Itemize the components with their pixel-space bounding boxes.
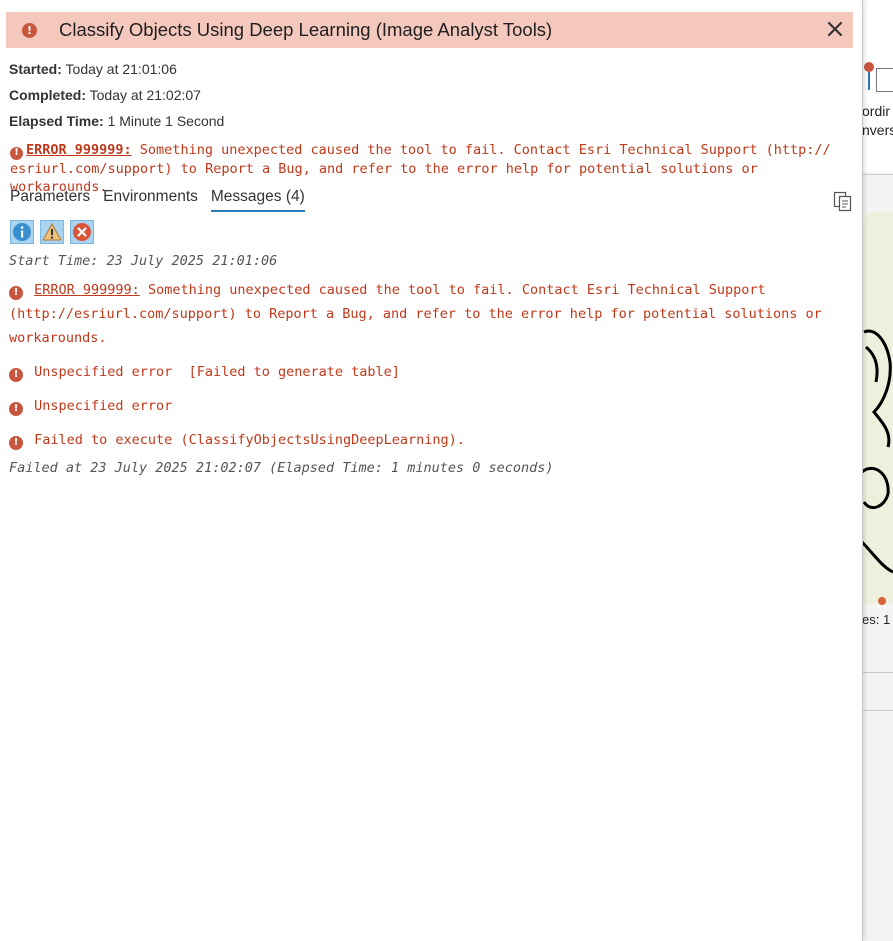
close-icon [827, 21, 843, 37]
info-filter-button[interactable] [10, 220, 34, 244]
error-icon: ! [9, 286, 23, 300]
completed-value: Today at 21:02:07 [89, 87, 201, 103]
title-bar: ! Classify Objects Using Deep Learning (… [6, 12, 853, 48]
error-icon: ! [9, 402, 23, 416]
tab-environments[interactable]: Environments [103, 188, 198, 212]
feature-count: es: 1 [862, 612, 891, 627]
pin-icon [864, 62, 874, 72]
error-code-link[interactable]: ERROR 999999: [26, 142, 132, 158]
copy-button[interactable] [833, 191, 853, 213]
copy-icon [833, 191, 852, 212]
warning-filter-button[interactable] [40, 220, 64, 244]
tool-result-popup: ! Classify Objects Using Deep Learning (… [0, 0, 863, 941]
warning-icon [42, 222, 62, 241]
error-icon: ! [10, 146, 23, 160]
error-message-4: ! Failed to execute (ClassifyObjectsUsin… [9, 428, 854, 452]
tab-bar: Parameters Environments Messages (4) [10, 188, 318, 212]
error-message-text: Failed to execute (ClassifyObjectsUsingD… [34, 432, 465, 448]
error-message-text: Unspecified error [Failed to generate ta… [34, 364, 400, 380]
error-filter-button[interactable] [70, 220, 94, 244]
error-message-3: ! Unspecified error [9, 394, 854, 418]
error-message-2: ! Unspecified error [Failed to generate … [9, 360, 854, 384]
error-icon: ! [22, 22, 37, 38]
background-app: ordir nvers es: 1 [862, 0, 893, 941]
dialog-title: Classify Objects Using Deep Learning (Im… [59, 19, 553, 40]
pin-stem [868, 72, 870, 90]
map-shapes [862, 329, 893, 574]
background-text: nvers [862, 122, 893, 138]
elapsed-row: Elapsed Time: 1 Minute 1 Second [9, 113, 224, 129]
document-icon [876, 68, 893, 92]
error-message: Something unexpected caused the tool to … [10, 142, 831, 195]
divider [862, 710, 893, 711]
divider [862, 672, 893, 673]
started-label: Started: [9, 61, 62, 77]
error-message-text: Unspecified error [34, 398, 173, 414]
message-filters [10, 220, 94, 244]
error-code-link[interactable]: ERROR 999999: [34, 282, 140, 298]
map-view [862, 212, 893, 604]
elapsed-label: Elapsed Time: [9, 113, 104, 129]
completed-row: Completed: Today at 21:02:07 [9, 87, 201, 103]
close-button[interactable] [825, 19, 845, 39]
error-filter-icon [73, 223, 91, 241]
start-time-message: Start Time: 23 July 2025 21:01:06 [9, 253, 278, 269]
error-message-1: ! ERROR 999999: Something unexpected cau… [9, 278, 854, 350]
started-row: Started: Today at 21:01:06 [9, 61, 177, 77]
failed-at-message: Failed at 23 July 2025 21:02:07 (Elapsed… [9, 460, 554, 476]
started-value: Today at 21:01:06 [65, 61, 177, 77]
map-marker [878, 597, 886, 605]
completed-label: Completed: [9, 87, 86, 103]
background-text: ordir [862, 103, 891, 119]
tab-parameters[interactable]: Parameters [10, 188, 90, 212]
tab-messages[interactable]: Messages (4) [210, 188, 305, 212]
error-icon: ! [9, 436, 23, 450]
divider [862, 174, 893, 175]
elapsed-value: 1 Minute 1 Second [107, 113, 225, 129]
info-icon [13, 223, 31, 241]
error-icon: ! [9, 368, 23, 382]
